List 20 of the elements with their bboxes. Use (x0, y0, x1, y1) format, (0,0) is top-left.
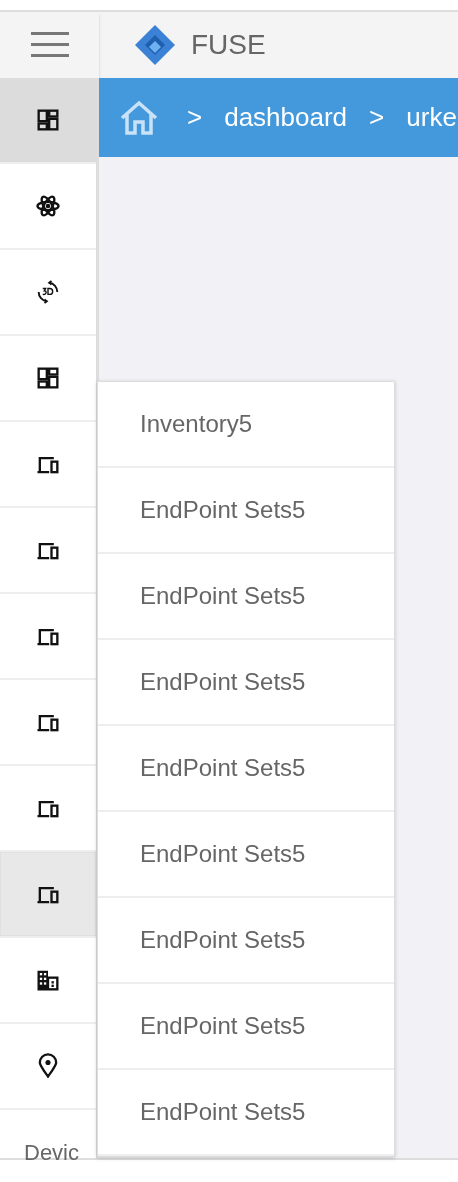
menu-item[interactable]: EndPoint Sets5 (98, 812, 394, 898)
sidebar-label: Devic (24, 1140, 79, 1165)
breadcrumb-separator: > (369, 101, 385, 134)
breadcrumb-separator: > (187, 101, 203, 134)
home-icon[interactable] (119, 99, 159, 136)
menu-item[interactable]: EndPoint Sets5 (98, 1070, 394, 1156)
logo-icon (133, 23, 177, 67)
menu-item[interactable]: EndPoint Sets5 (98, 640, 394, 726)
sidebar-item[interactable] (0, 78, 96, 164)
app-name: FUSE (191, 28, 266, 62)
menu-icon (30, 32, 69, 58)
menu-item[interactable]: EndPoint Sets5 (98, 554, 394, 640)
menu-button[interactable] (0, 12, 99, 78)
menu-item[interactable]: EndPoint Sets5 (98, 984, 394, 1070)
menu-item[interactable]: EndPoint Sets5 (98, 726, 394, 812)
breadcrumb-link[interactable]: urke (406, 98, 457, 137)
breadcrumb-link[interactable]: dashboard (224, 98, 348, 137)
menu-item[interactable]: EndPoint Sets5 (98, 468, 394, 554)
menu-item[interactable]: EndPoint Sets5 (98, 898, 394, 984)
menu-item[interactable]: Inventory5 (98, 382, 394, 468)
